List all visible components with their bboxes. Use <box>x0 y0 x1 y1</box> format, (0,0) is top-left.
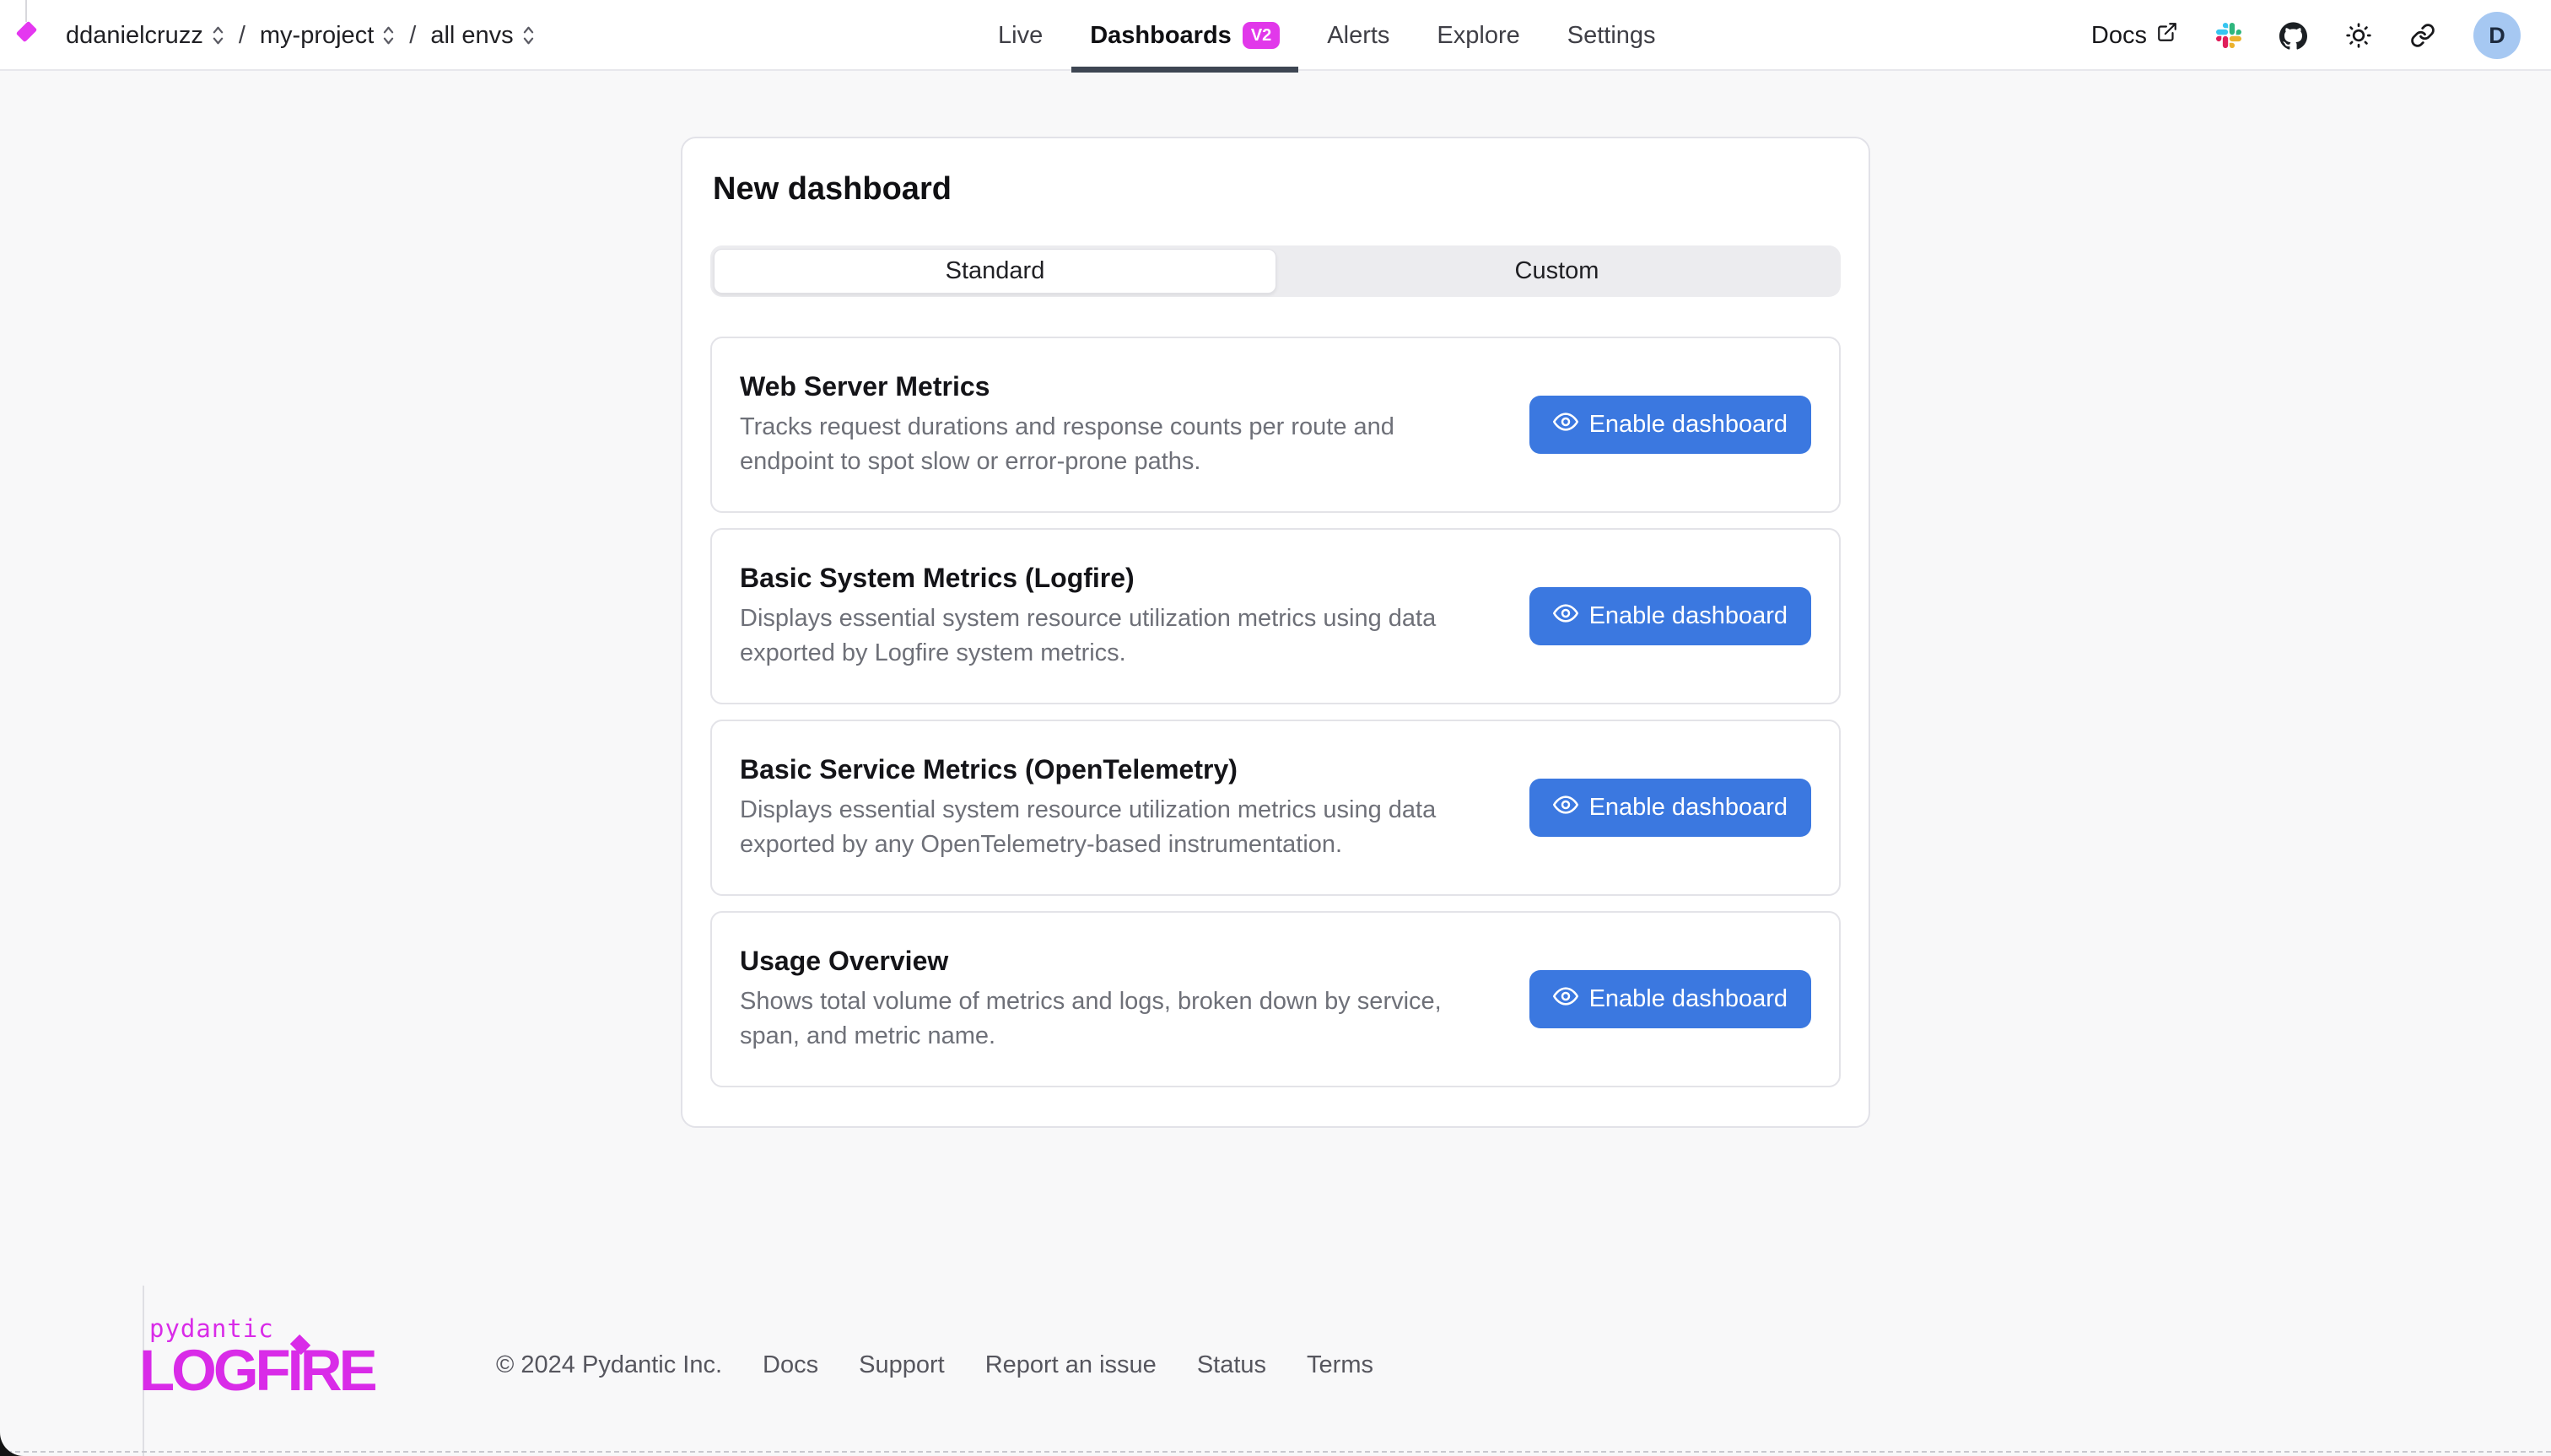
template-title: Basic System Metrics (Logfire) <box>740 563 1436 594</box>
breadcrumb-project-label: my-project <box>260 22 374 50</box>
user-avatar[interactable]: D <box>2473 12 2521 59</box>
breadcrumb-project-selector[interactable]: my-project <box>260 22 395 50</box>
breadcrumb-separator: / <box>409 22 416 50</box>
tab-alerts-label: Alerts <box>1327 22 1389 50</box>
tab-settings[interactable]: Settings <box>1549 0 1675 71</box>
new-dashboard-card: New dashboard Standard Custom Web Server… <box>681 137 1870 1128</box>
pydantic-logfire-logo[interactable]: pydantic LOGFIRE <box>0 1286 396 1404</box>
link-icon[interactable] <box>2410 23 2435 48</box>
footer-link-terms[interactable]: Terms <box>1307 1351 1373 1379</box>
external-link-icon <box>2156 21 2178 50</box>
logfire-logo-text: LOGFIRE <box>139 1341 375 1399</box>
breadcrumb-org-selector[interactable]: ddanielcruzz <box>66 22 224 50</box>
chevron-up-down-icon <box>522 25 535 46</box>
template-card-web-server-metrics: Web Server Metrics Tracks request durati… <box>710 337 1841 513</box>
tab-standard[interactable]: Standard <box>714 249 1276 294</box>
enable-dashboard-button[interactable]: Enable dashboard <box>1529 396 1811 454</box>
tab-live-label: Live <box>998 22 1043 50</box>
dashboard-type-switcher: Standard Custom <box>710 245 1841 297</box>
enable-dashboard-button[interactable]: Enable dashboard <box>1529 779 1811 837</box>
main-content: New dashboard Standard Custom Web Server… <box>0 137 2551 1128</box>
github-icon[interactable] <box>2279 22 2307 50</box>
bottom-dashed-guide-line <box>7 1451 2551 1453</box>
eye-icon <box>1553 792 1578 824</box>
tab-dashboards[interactable]: Dashboards V2 <box>1071 0 1298 71</box>
template-title: Usage Overview <box>740 946 1442 977</box>
breadcrumb-env-selector[interactable]: all envs <box>430 22 534 50</box>
docs-label: Docs <box>2091 22 2147 50</box>
template-title: Web Server Metrics <box>740 371 1394 402</box>
tab-explore[interactable]: Explore <box>1418 0 1538 71</box>
chevron-up-down-icon <box>212 25 224 46</box>
tab-custom[interactable]: Custom <box>1276 249 1837 294</box>
template-card-usage-overview: Usage Overview Shows total volume of met… <box>710 911 1841 1087</box>
template-text: Basic System Metrics (Logfire) Displays … <box>740 563 1436 671</box>
enable-dashboard-label: Enable dashboard <box>1589 602 1788 630</box>
template-description: Displays essential system resource utili… <box>740 601 1436 671</box>
template-card-basic-service-metrics: Basic Service Metrics (OpenTelemetry) Di… <box>710 720 1841 896</box>
template-title: Basic Service Metrics (OpenTelemetry) <box>740 754 1436 785</box>
template-list: Web Server Metrics Tracks request durati… <box>710 337 1841 1087</box>
logfire-diamond-icon[interactable] <box>16 21 37 42</box>
template-description: Tracks request durations and response co… <box>740 410 1394 479</box>
template-description: Displays essential system resource utili… <box>740 793 1436 862</box>
tab-alerts[interactable]: Alerts <box>1308 0 1408 71</box>
enable-dashboard-button[interactable]: Enable dashboard <box>1529 970 1811 1028</box>
main-nav-tabs: Live Dashboards V2 Alerts Explore Settin… <box>979 0 1675 71</box>
chevron-up-down-icon <box>382 25 395 46</box>
footer-links: © 2024 Pydantic Inc. Docs Support Report… <box>496 1351 1373 1379</box>
template-text: Basic Service Metrics (OpenTelemetry) Di… <box>740 754 1436 862</box>
eye-icon <box>1553 409 1578 441</box>
page: ddanielcruzz / my-project / all envs <box>0 0 2551 1456</box>
template-description: Shows total volume of metrics and logs, … <box>740 984 1442 1054</box>
footer-link-support[interactable]: Support <box>859 1351 945 1379</box>
tab-live[interactable]: Live <box>979 0 1061 71</box>
breadcrumb-separator: / <box>239 22 245 50</box>
copyright-text: © 2024 Pydantic Inc. <box>496 1351 722 1379</box>
v2-badge: V2 <box>1243 22 1280 49</box>
docs-link[interactable]: Docs <box>2091 21 2178 50</box>
footer-link-status[interactable]: Status <box>1197 1351 1266 1379</box>
tab-settings-label: Settings <box>1567 22 1656 50</box>
enable-dashboard-label: Enable dashboard <box>1589 794 1788 822</box>
tab-explore-label: Explore <box>1437 22 1519 50</box>
breadcrumb-org-label: ddanielcruzz <box>66 22 203 50</box>
nav-right-actions: Docs D <box>2091 0 2521 71</box>
template-text: Web Server Metrics Tracks request durati… <box>740 371 1394 479</box>
theme-sun-icon[interactable] <box>2345 22 2372 49</box>
footer: pydantic LOGFIRE © 2024 Pydantic Inc. Do… <box>0 1286 2551 1456</box>
page-title: New dashboard <box>713 173 1841 205</box>
template-text: Usage Overview Shows total volume of met… <box>740 946 1442 1054</box>
breadcrumb: ddanielcruzz / my-project / all envs <box>66 0 535 71</box>
enable-dashboard-label: Enable dashboard <box>1589 985 1788 1013</box>
eye-icon <box>1553 601 1578 633</box>
top-nav: ddanielcruzz / my-project / all envs <box>0 0 2551 71</box>
brand-tick-line <box>25 0 27 22</box>
footer-link-report-an-issue[interactable]: Report an issue <box>985 1351 1157 1379</box>
template-card-basic-system-metrics: Basic System Metrics (Logfire) Displays … <box>710 528 1841 704</box>
enable-dashboard-button[interactable]: Enable dashboard <box>1529 587 1811 645</box>
tab-dashboards-label: Dashboards <box>1090 22 1232 50</box>
enable-dashboard-label: Enable dashboard <box>1589 411 1788 439</box>
breadcrumb-env-label: all envs <box>430 22 513 50</box>
footer-link-docs[interactable]: Docs <box>763 1351 818 1379</box>
eye-icon <box>1553 984 1578 1016</box>
slack-icon[interactable] <box>2216 23 2241 48</box>
